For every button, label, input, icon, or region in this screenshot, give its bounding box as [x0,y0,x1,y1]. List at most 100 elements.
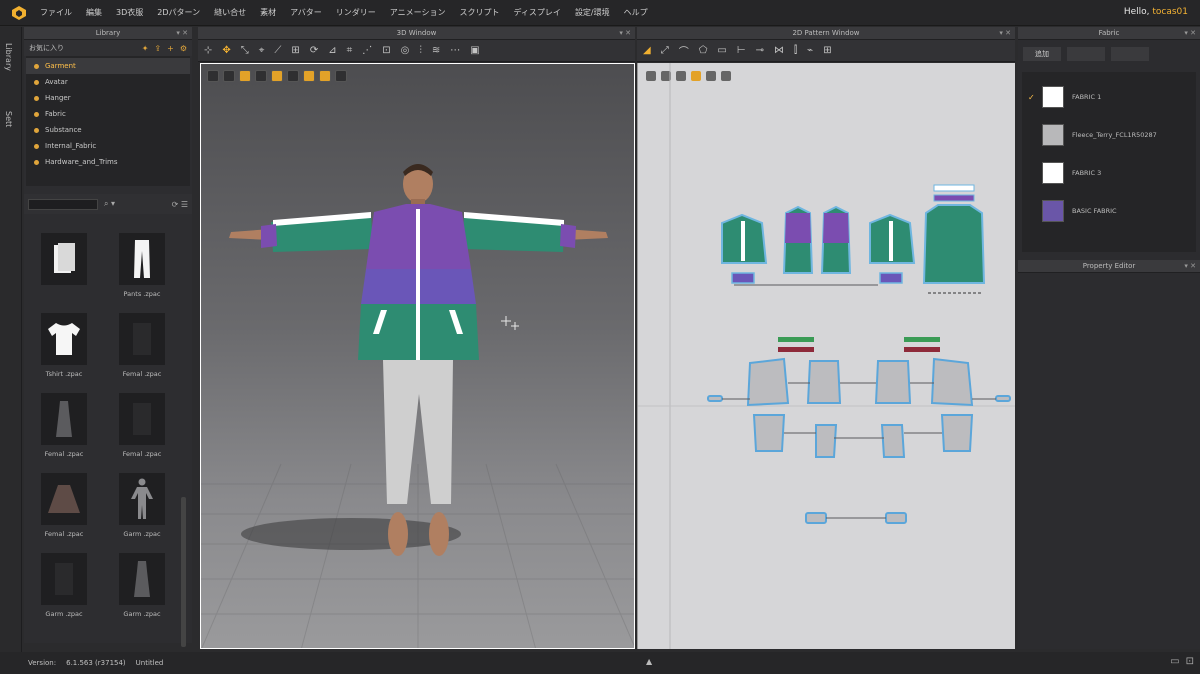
library-scrollbar[interactable] [181,497,186,647]
rectangle-tool-icon[interactable]: ▭ [717,45,726,56]
library-folder-garment[interactable]: Garment [26,58,190,74]
user-greeting[interactable]: Hello, tocas01 [1124,7,1188,17]
garment-dark-icon [41,553,87,605]
edit-pattern-tool-icon[interactable]: ◢ [643,45,651,56]
menu-item-sewing[interactable]: 縫い合せ [214,7,246,18]
fabric-toolbar: 追加 [1018,44,1200,64]
fabric-panel-title: Fabric [1098,29,1120,37]
fabric-item[interactable]: Fleece_Terry_FCL1R50287 [1022,116,1196,154]
fullscreen-icon[interactable]: ⊡ [1186,656,1194,667]
menu-item-3d-garment[interactable]: 3D衣服 [116,7,143,18]
fold-tool-icon[interactable]: ⟋ [274,45,281,56]
library-item[interactable]: Femal .zpac [28,467,100,547]
library-item[interactable]: Femal .zpac [106,307,178,387]
layout-icon[interactable]: ▭ [1170,656,1179,667]
expand-panel-icon[interactable]: ▲ [646,657,652,666]
tape-tool-icon[interactable]: ⊿ [328,45,336,56]
panel-options-icon[interactable]: ▾ ✕ [176,29,188,37]
panel-options-icon[interactable]: ▾ ✕ [1184,29,1196,37]
fabric-item[interactable]: BASIC FABRIC [1022,192,1196,230]
fabric-item[interactable]: ✓ FABRIC 1 [1022,78,1196,116]
menu-item-avatar[interactable]: アバター [290,7,322,18]
topstitch-tool-icon[interactable]: ⋯ [450,45,460,56]
graphic-tool-icon[interactable]: ▣ [470,45,479,56]
library-path-field[interactable] [28,198,98,210]
library-item[interactable] [28,227,100,307]
property-editor-header: Property Editor ▾ ✕ [1018,260,1200,273]
library-item[interactable]: Garm .zpac [106,547,178,627]
texture-tool-icon[interactable]: ⊡ [382,45,390,56]
polygon-tool-icon[interactable]: ⬠ [699,45,708,56]
library-folder-fabric[interactable]: Fabric [26,106,190,122]
library-folder-substance[interactable]: Substance [26,122,190,138]
menu-item-script[interactable]: スクリプト [459,7,499,18]
zipper-tool-icon[interactable]: ⫶ [419,45,422,56]
edit-curvature-tool-icon[interactable]: ⌒ [679,43,689,58]
library-folder-internal-fabric[interactable]: Internal_Fabric [26,138,190,154]
fabric-swatch [1042,86,1064,108]
simulate-tool-icon[interactable]: ⟳ [310,45,318,56]
puckering-tool-icon[interactable]: ≋ [432,45,440,56]
rail-tab-settings[interactable]: Sett [4,111,13,127]
free-sewing-tool-icon[interactable]: ⋈ [774,45,784,56]
import-icon[interactable]: ⇪ [154,44,161,53]
select-tool-icon[interactable]: ⊹ [204,45,212,56]
add-folder-icon[interactable]: + [167,44,174,53]
panel-options-icon[interactable]: ▾ ✕ [1184,262,1196,270]
pin-tool-icon[interactable]: ⌖ [259,45,265,56]
library-panel: Library ▾ ✕ お気に入り ✦ ⇪ + ⚙ Garment Avatar Ha… [24,27,192,647]
menu-item-settings[interactable]: 設定/環境 [575,7,610,18]
2d-viewport[interactable] [637,63,1015,649]
move-tool-icon[interactable]: ✥ [222,45,230,56]
add-favorite-icon[interactable]: ✦ [142,44,149,53]
fold-arrangement-tool-icon[interactable]: ⫿ [794,45,797,56]
object-browser-panel: Fabric ▾ ✕ 追加 ✓ FABRIC 1 Fleece_Terry_FC… [1018,27,1200,649]
menu-item-animation[interactable]: アニメーション [390,7,446,18]
add-fabric-button[interactable]: 追加 [1023,47,1061,61]
fabric-list: ✓ FABRIC 1 Fleece_Terry_FCL1R50287 FABRI… [1022,72,1196,252]
library-folder-hardware-trims[interactable]: Hardware_and_Trims [26,154,190,170]
transform-pattern-tool-icon[interactable]: ⤢ [661,45,669,56]
trace-tool-icon[interactable]: ⌁ [807,45,813,56]
button-tool-icon[interactable]: ◎ [401,45,410,56]
rail-tab-library[interactable]: Library [4,43,13,71]
menu-item-file[interactable]: ファイル [40,7,72,18]
fabric-toolbar-button-2[interactable] [1067,47,1105,61]
library-header: Library ▾ ✕ [24,27,192,40]
search-icon[interactable]: ⌕ ▾ [104,199,115,209]
library-folder-avatar[interactable]: Avatar [26,74,190,90]
pressure-tool-icon[interactable]: ⋰ [362,45,372,56]
library-item[interactable]: Garm .zpac [28,547,100,627]
library-title: Library [95,29,121,37]
measure-tool-icon[interactable]: ⌗ [347,45,353,56]
fabric-item[interactable]: FABRIC 3 [1022,154,1196,192]
library-item[interactable]: Femal .zpac [28,387,100,467]
transform-tool-icon[interactable]: ⤡ [241,45,249,56]
menu-item-edit[interactable]: 編集 [86,7,102,18]
settings-icon[interactable]: ⚙ [180,44,187,53]
texture-edit-tool-icon[interactable]: ⊞ [823,45,831,56]
menu-item-2d-pattern[interactable]: 2Dパターン [157,7,200,18]
library-item[interactable]: Tshirt .zpac [28,307,100,387]
menu-item-display[interactable]: ディスプレイ [513,7,560,18]
menu-item-render[interactable]: リンダリー [336,7,376,18]
library-folder-hanger[interactable]: Hanger [26,90,190,106]
view-mode-icon[interactable]: ⟳ ☰ [172,200,188,209]
fabric-toolbar-button-3[interactable] [1111,47,1149,61]
3d-viewport[interactable] [200,63,635,649]
dress-icon [119,553,165,605]
fabric-swatch [1042,162,1064,184]
library-item[interactable]: Femal .zpac [106,387,178,467]
arrangement-tool-icon[interactable]: ⊞ [291,45,299,56]
3d-window: 3D Window ▾ ✕ ⊹ ✥ ⤡ ⌖ ⟋ ⊞ ⟳ ⊿ ⌗ ⋰ ⊡ ◎ ⫶ … [198,27,635,649]
internal-line-tool-icon[interactable]: ⊢ [737,45,746,56]
menu-item-help[interactable]: ヘルプ [624,7,648,18]
panel-options-icon[interactable]: ▾ ✕ [619,29,631,37]
menu-item-materials[interactable]: 素材 [260,7,276,18]
library-item[interactable]: Pants .zpac [106,227,178,307]
dress-icon [41,393,87,445]
segment-sewing-tool-icon[interactable]: ⊸ [756,45,764,56]
panel-options-icon[interactable]: ▾ ✕ [999,29,1011,37]
2d-toolbar: ◢ ⤢ ⌒ ⬠ ▭ ⊢ ⊸ ⋈ ⫿ ⌁ ⊞ [637,40,1015,62]
library-item[interactable]: Garm .zpac [106,467,178,547]
